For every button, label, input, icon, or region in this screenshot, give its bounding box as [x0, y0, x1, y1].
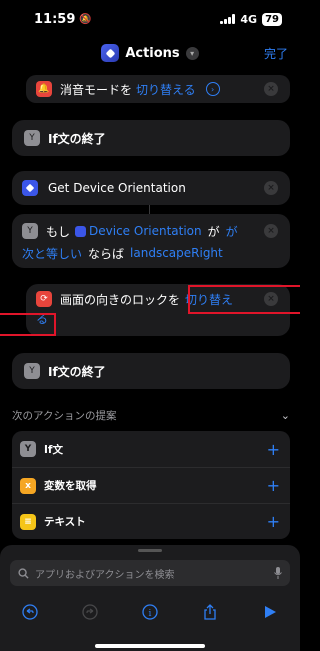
suggestion-label: 変数を取得 — [44, 480, 97, 492]
suggestions-title: 次のアクションの提案 — [12, 410, 117, 422]
if-icon: Y — [24, 363, 40, 379]
nav-title: Actions — [125, 45, 180, 61]
end-if-label: If文の終了 — [48, 131, 106, 146]
if-particle: が — [207, 224, 220, 239]
bell-slash-icon: 🔕 — [79, 13, 92, 25]
silent-mode-text: 消音モードを — [60, 82, 133, 97]
rotation-lock-icon: ⟳ — [36, 291, 52, 307]
suggestion-label: If文 — [44, 443, 63, 456]
remove-action-icon[interactable]: × — [264, 224, 278, 238]
add-icon[interactable]: + — [267, 440, 280, 459]
suggestion-item[interactable]: ≡ テキスト + — [12, 503, 290, 539]
signal-icon — [220, 14, 236, 24]
info-icon[interactable]: i — [140, 602, 160, 622]
action-sheet: アプリおよびアクションを検索 i — [0, 545, 300, 651]
remove-action-icon[interactable]: × — [264, 82, 278, 96]
suggestion-item[interactable]: Y If文 + — [12, 431, 290, 467]
if-prefix: もし — [46, 224, 71, 239]
get-orientation-action[interactable]: Get Device Orientation × — [12, 171, 290, 205]
add-icon[interactable]: + — [267, 512, 280, 531]
get-orientation-label: Get Device Orientation — [48, 181, 186, 195]
share-icon[interactable] — [200, 602, 220, 622]
sheet-grabber[interactable] — [138, 549, 162, 552]
if-value[interactable]: landscapeRight — [130, 246, 223, 260]
done-button[interactable]: 完了 — [264, 45, 288, 62]
connector-line — [149, 205, 150, 214]
if-condition-part-a[interactable]: が — [226, 223, 238, 240]
suggestions-list: Y If文 + x 変数を取得 + ≡ テキスト + — [12, 431, 290, 539]
end-if-label: If文の終了 — [48, 364, 106, 379]
status-bar: 11:59 🔕 4G 79 — [0, 0, 300, 38]
chevron-down-icon: ▾ — [185, 46, 199, 60]
suggestions-header: 次のアクションの提案 ⌄ — [12, 408, 290, 423]
network-label: 4G — [240, 12, 258, 26]
search-placeholder: アプリおよびアクションを検索 — [35, 569, 175, 581]
if-then: ならば — [88, 246, 125, 261]
if-action[interactable]: Y もし Device Orientation が が 次と等しい ならば la… — [12, 214, 290, 268]
shortcut-app-icon — [101, 44, 120, 62]
add-icon[interactable]: + — [267, 476, 280, 495]
orientation-variable-icon — [75, 225, 87, 237]
undo-icon[interactable] — [20, 602, 40, 622]
end-if-action[interactable]: Y If文の終了 — [12, 120, 290, 156]
home-indicator — [95, 644, 205, 648]
bell-icon: 🔔 — [36, 81, 52, 97]
search-icon — [18, 567, 29, 579]
chevron-down-icon[interactable]: ⌄ — [281, 409, 290, 422]
shortcuts-blue-icon — [22, 180, 38, 196]
if-icon: Y — [24, 130, 40, 146]
svg-text:i: i — [149, 609, 152, 619]
shortcut-title-menu[interactable]: Actions ▾ — [101, 44, 199, 62]
suggestion-item[interactable]: x 変数を取得 + — [12, 467, 290, 503]
search-input[interactable]: アプリおよびアクションを検索 — [10, 560, 290, 586]
highlight-box-top — [188, 285, 300, 314]
nav-bar: Actions ▾ 完了 — [0, 38, 300, 68]
silent-mode-action[interactable]: 🔔 消音モードを 切り替える › × — [26, 75, 290, 103]
battery-level: 79 — [262, 12, 282, 26]
suggestion-label: テキスト — [44, 516, 86, 528]
if-condition-part-b[interactable]: 次と等しい — [22, 245, 82, 262]
if-icon: Y — [22, 223, 38, 239]
chevron-right-circle-icon[interactable]: › — [205, 82, 220, 96]
rotation-lock-text: 画面の向きのロックを — [60, 292, 181, 307]
play-icon[interactable] — [260, 602, 280, 622]
end-if-action[interactable]: Y If文の終了 — [12, 353, 290, 389]
toolbar: i — [0, 597, 300, 627]
variable-icon: x — [20, 477, 36, 494]
microphone-icon[interactable] — [274, 567, 282, 579]
if-variable[interactable]: Device Orientation — [89, 224, 202, 238]
redo-icon[interactable] — [80, 602, 100, 622]
silent-mode-param[interactable]: 切り替える — [136, 81, 196, 98]
text-icon: ≡ — [20, 513, 36, 530]
if-icon: Y — [20, 441, 36, 457]
status-time: 11:59 — [34, 11, 76, 27]
highlight-box-bottom — [0, 313, 56, 336]
remove-action-icon[interactable]: × — [264, 181, 278, 195]
